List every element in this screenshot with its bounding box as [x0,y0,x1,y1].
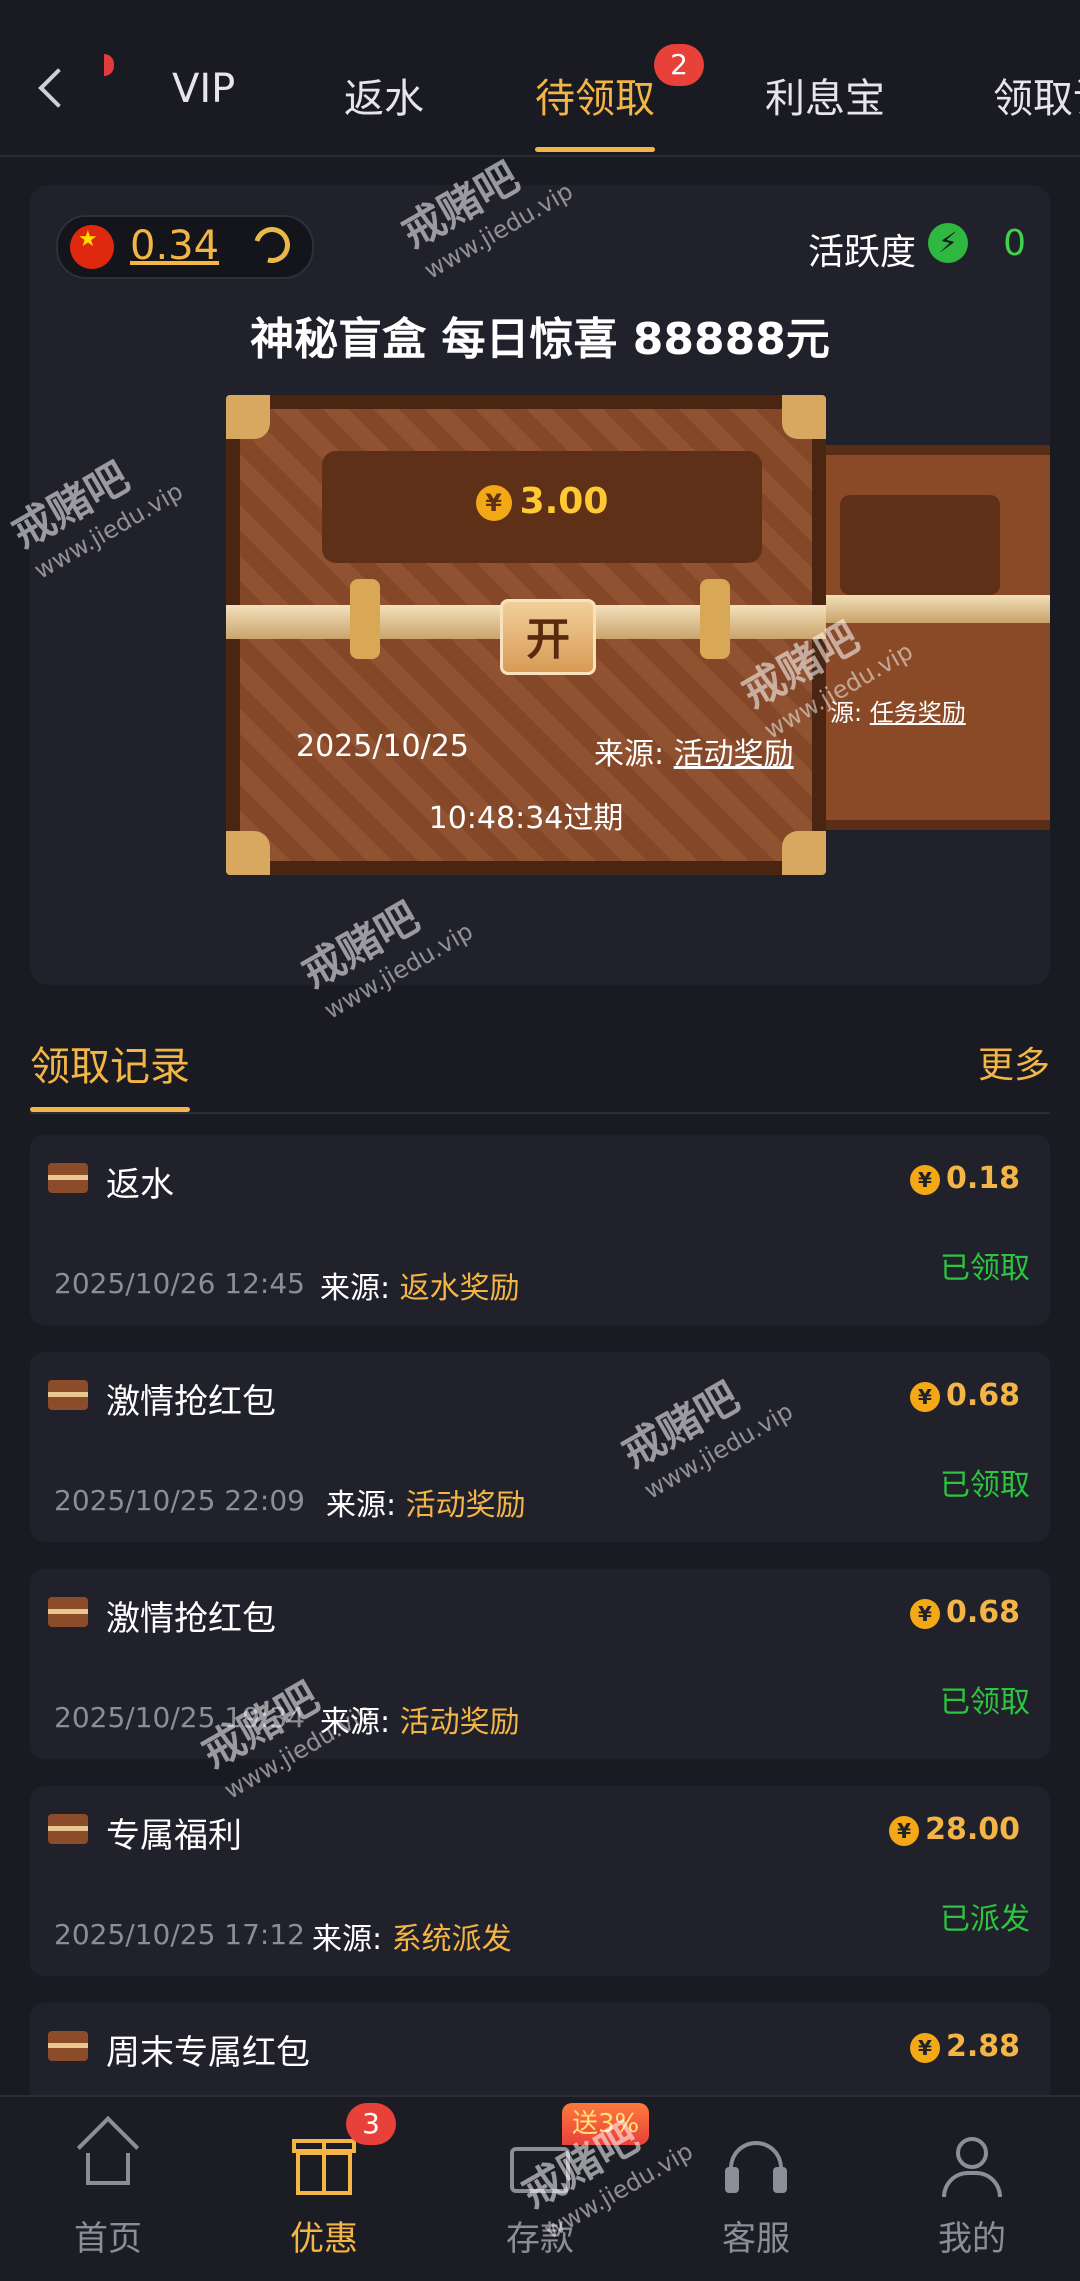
more-link[interactable]: 更多 [978,1036,1050,1088]
balance-pill: ★ 0.34 [56,215,314,279]
nav-home-label: 首页 [74,2219,142,2259]
record-title: 返水 [106,1165,174,1205]
nav-promotions-badge: 3 [346,2103,396,2145]
record-status: 已派发 [940,1902,1030,1937]
record-amount: ¥28.00 [889,1812,1020,1847]
yuan-coin-icon: ¥ [909,1381,940,1412]
tab-claim-records[interactable]: 领取记录 [993,66,1080,124]
nav-profile-label: 我的 [938,2219,1006,2259]
chest-icon [48,1814,88,1844]
lightning-icon: ⚡ [928,223,968,263]
top-nav: VIP 返水 待领取 2 利息宝 领取记录 [0,0,1080,157]
nav-promotions-label: 优惠 [290,2219,358,2259]
bottom-nav: 首页 3 优惠 送3% 存款 客服 我的 [0,2095,1080,2281]
latch-icon [350,579,380,659]
record-amount: ¥2.88 [909,2029,1020,2064]
blind-box-title: 神秘盲盒 每日惊喜 88888元 [250,314,830,365]
nav-support[interactable]: 客服 [648,2097,864,2281]
tab-pending[interactable]: 待领取 [535,66,655,124]
gift-icon [292,2139,356,2195]
record-row[interactable]: 激情抢红包 ¥0.68 2025/10/25 19:34 来源: 活动奖励 已领… [30,1569,1050,1759]
activity-label: 活跃度 [807,232,916,273]
wallet-icon [510,2147,570,2193]
notification-dot [104,54,114,76]
nav-home[interactable]: 首页 [0,2097,216,2281]
chest-date: 2025/10/25 [296,729,469,764]
china-flag-icon: ★ [70,225,114,269]
record-row[interactable]: 激情抢红包 ¥0.68 2025/10/25 22:09 来源: 活动奖励 已领… [30,1352,1050,1542]
activity-value: 0 [1003,223,1026,264]
yuan-coin-icon: ¥ [889,1815,920,1846]
next-chest[interactable]: 源: 任务奖励 [810,445,1050,830]
open-chest-button[interactable]: 开 [500,599,596,675]
chest-amount-panel: ¥3.00 [322,451,762,563]
chest-amount: 3.00 [519,481,609,522]
active-tab-indicator [535,147,655,152]
tab-pending-badge: 2 [654,44,704,86]
next-chest-source-link[interactable]: 任务奖励 [870,699,966,727]
record-row[interactable]: 返水 ¥0.18 2025/10/26 12:45 来源: 返水奖励 已领取 [30,1135,1050,1325]
tab-vip[interactable]: VIP [172,66,235,112]
record-date: 2025/10/25 19:34 [54,1701,305,1734]
record-amount: ¥0.18 [909,1161,1020,1196]
record-source: 来源: 活动奖励 [320,1705,520,1740]
chest-expire-time: 10:48:34过期 [428,801,624,836]
records-title[interactable]: 领取记录 [30,1034,190,1092]
record-row[interactable]: 专属福利 ¥28.00 2025/10/25 17:12 来源: 系统派发 已派… [30,1786,1050,1976]
record-status: 已领取 [940,1468,1030,1503]
treasure-chest[interactable]: ¥3.00 开 2025/10/25 来源: 活动奖励 10:48:34过期 [226,395,826,875]
chest-icon [48,2031,88,2061]
chest-source-link[interactable]: 活动奖励 [674,737,794,772]
record-date: 2025/10/25 22:09 [54,1484,305,1517]
headset-icon [725,2141,787,2193]
record-amount: ¥0.68 [909,1378,1020,1413]
record-source: 来源: 返水奖励 [320,1271,520,1306]
record-title: 专属福利 [106,1816,242,1856]
divider [30,1112,1050,1114]
back-arrow-icon[interactable] [30,60,74,120]
deposit-promo-badge: 送3% [562,2103,650,2145]
balance-value[interactable]: 0.34 [130,223,219,269]
record-date: 2025/10/25 17:12 [54,1918,305,1951]
yuan-coin-icon: ¥ [475,485,512,521]
chest-icon [48,1597,88,1627]
chest-icon [48,1380,88,1410]
tab-interest[interactable]: 利息宝 [765,66,885,124]
record-title: 激情抢红包 [106,1382,276,1422]
record-amount: ¥0.68 [909,1595,1020,1630]
record-title: 激情抢红包 [106,1599,276,1639]
nav-deposit-label: 存款 [506,2219,574,2259]
home-icon [86,2153,130,2185]
chest-source: 来源: 活动奖励 [594,737,794,772]
record-source: 来源: 系统派发 [312,1922,512,1957]
refresh-icon[interactable] [247,220,297,270]
tab-rebate[interactable]: 返水 [344,66,424,124]
user-icon [942,2137,1002,2197]
nav-deposit[interactable]: 送3% 存款 [432,2097,650,2281]
nav-support-label: 客服 [722,2219,790,2259]
nav-profile[interactable]: 我的 [864,2097,1080,2281]
record-date: 2025/10/26 12:45 [54,1267,305,1300]
yuan-coin-icon: ¥ [909,2032,940,2063]
yuan-coin-icon: ¥ [909,1164,940,1195]
record-title: 周末专属红包 [106,2033,310,2073]
chest-icon [48,1163,88,1193]
record-status: 已领取 [940,1251,1030,1286]
next-chest-source: 源: 任务奖励 [830,699,966,727]
record-status: 已领取 [940,1685,1030,1720]
nav-promotions[interactable]: 3 优惠 [216,2097,432,2281]
latch-icon [700,579,730,659]
blind-box-card: ★ 0.34 活跃度 ⚡ 0 神秘盲盒 每日惊喜 88888元 源: 任务奖励 … [30,185,1050,985]
yuan-coin-icon: ¥ [909,1598,940,1629]
record-source: 来源: 活动奖励 [326,1488,526,1523]
